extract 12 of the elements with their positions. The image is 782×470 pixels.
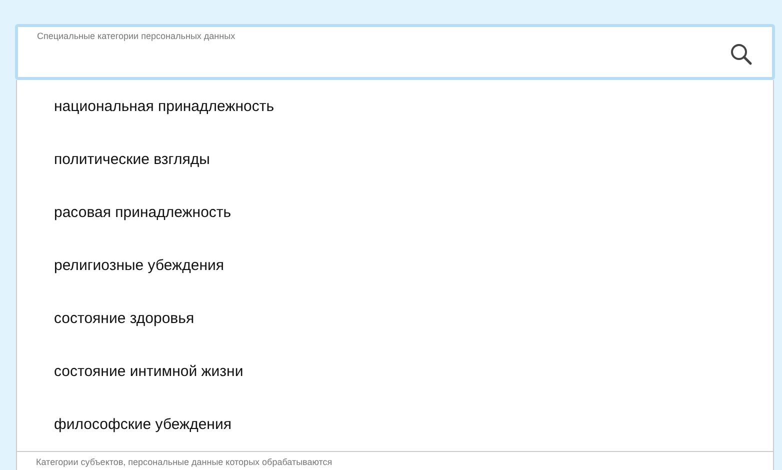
next-field[interactable]: Категории субъектов, персональные данные которых обрабатываются [16, 452, 774, 470]
dropdown-option[interactable]: национальная принадлежность [17, 80, 773, 133]
field-label: Категории субъектов, персональные данные которых обрабатываются [36, 457, 332, 467]
search-field[interactable]: Специальные категории персональных данных [15, 24, 775, 80]
field-label: Специальные категории персональных данных [37, 31, 236, 41]
dropdown-option[interactable]: расовая принадлежность [17, 186, 773, 239]
dropdown-option[interactable]: религиозные убеждения [17, 239, 773, 292]
dropdown-option[interactable]: философские убеждения [17, 398, 773, 451]
dropdown-option[interactable]: состояние здоровья [17, 292, 773, 345]
dropdown-option[interactable]: состояние интимной жизни [17, 345, 773, 398]
dropdown-option[interactable]: политические взгляды [17, 133, 773, 186]
search-icon[interactable] [730, 43, 752, 65]
